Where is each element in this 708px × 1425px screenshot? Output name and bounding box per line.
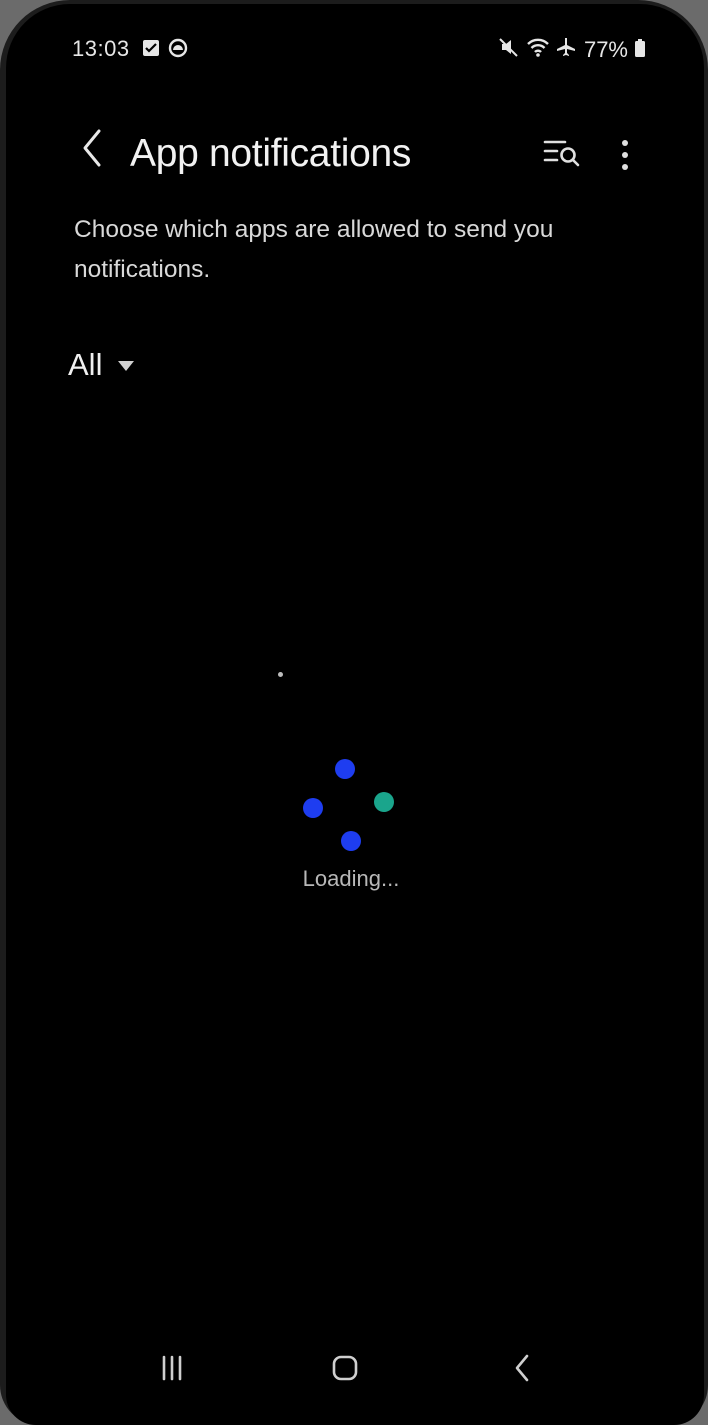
battery-icon xyxy=(634,37,646,63)
phone-frame: 13:03 77% App notifications Choose which… xyxy=(0,0,708,1425)
nav-back-button[interactable] xyxy=(497,1340,547,1400)
spinner-dot xyxy=(341,831,361,851)
status-left-icons xyxy=(142,38,188,63)
airplane-icon xyxy=(556,36,578,64)
record-icon xyxy=(168,38,188,63)
search-list-icon xyxy=(543,137,581,172)
search-button[interactable] xyxy=(536,118,588,190)
home-button[interactable] xyxy=(320,1340,370,1400)
loading-text: Loading... xyxy=(302,866,400,891)
page-title: App notifications xyxy=(130,132,412,175)
page-description: Choose which apps are allowed to send yo… xyxy=(74,216,554,283)
mute-icon xyxy=(498,36,520,64)
spinner-dot xyxy=(374,792,394,812)
spinner-dot xyxy=(335,759,355,779)
wifi-icon xyxy=(526,36,550,64)
recents-icon xyxy=(158,1355,186,1386)
spinner-dot xyxy=(303,798,323,818)
back-button[interactable] xyxy=(72,118,112,182)
status-right-icons: 77% xyxy=(498,36,646,64)
status-time: 13:03 xyxy=(72,36,130,61)
loading-spinner xyxy=(296,756,406,866)
battery-percent: 77% xyxy=(583,37,628,62)
caret-down-icon xyxy=(118,361,135,371)
more-options-button[interactable] xyxy=(610,122,640,192)
filter-selected-label: All xyxy=(68,347,103,382)
home-icon xyxy=(331,1354,359,1387)
navigation-bar xyxy=(6,1334,704,1404)
screen: 13:03 77% App notifications Choose which… xyxy=(6,4,704,1425)
filter-dropdown[interactable]: All xyxy=(66,336,135,394)
chevron-left-icon xyxy=(81,128,103,173)
back-icon xyxy=(512,1353,532,1388)
status-bar: 13:03 77% xyxy=(6,34,704,68)
checkbox-icon xyxy=(142,39,160,62)
recents-button[interactable] xyxy=(147,1340,197,1400)
decorative-dot xyxy=(278,672,283,677)
more-vert-icon xyxy=(621,139,629,176)
